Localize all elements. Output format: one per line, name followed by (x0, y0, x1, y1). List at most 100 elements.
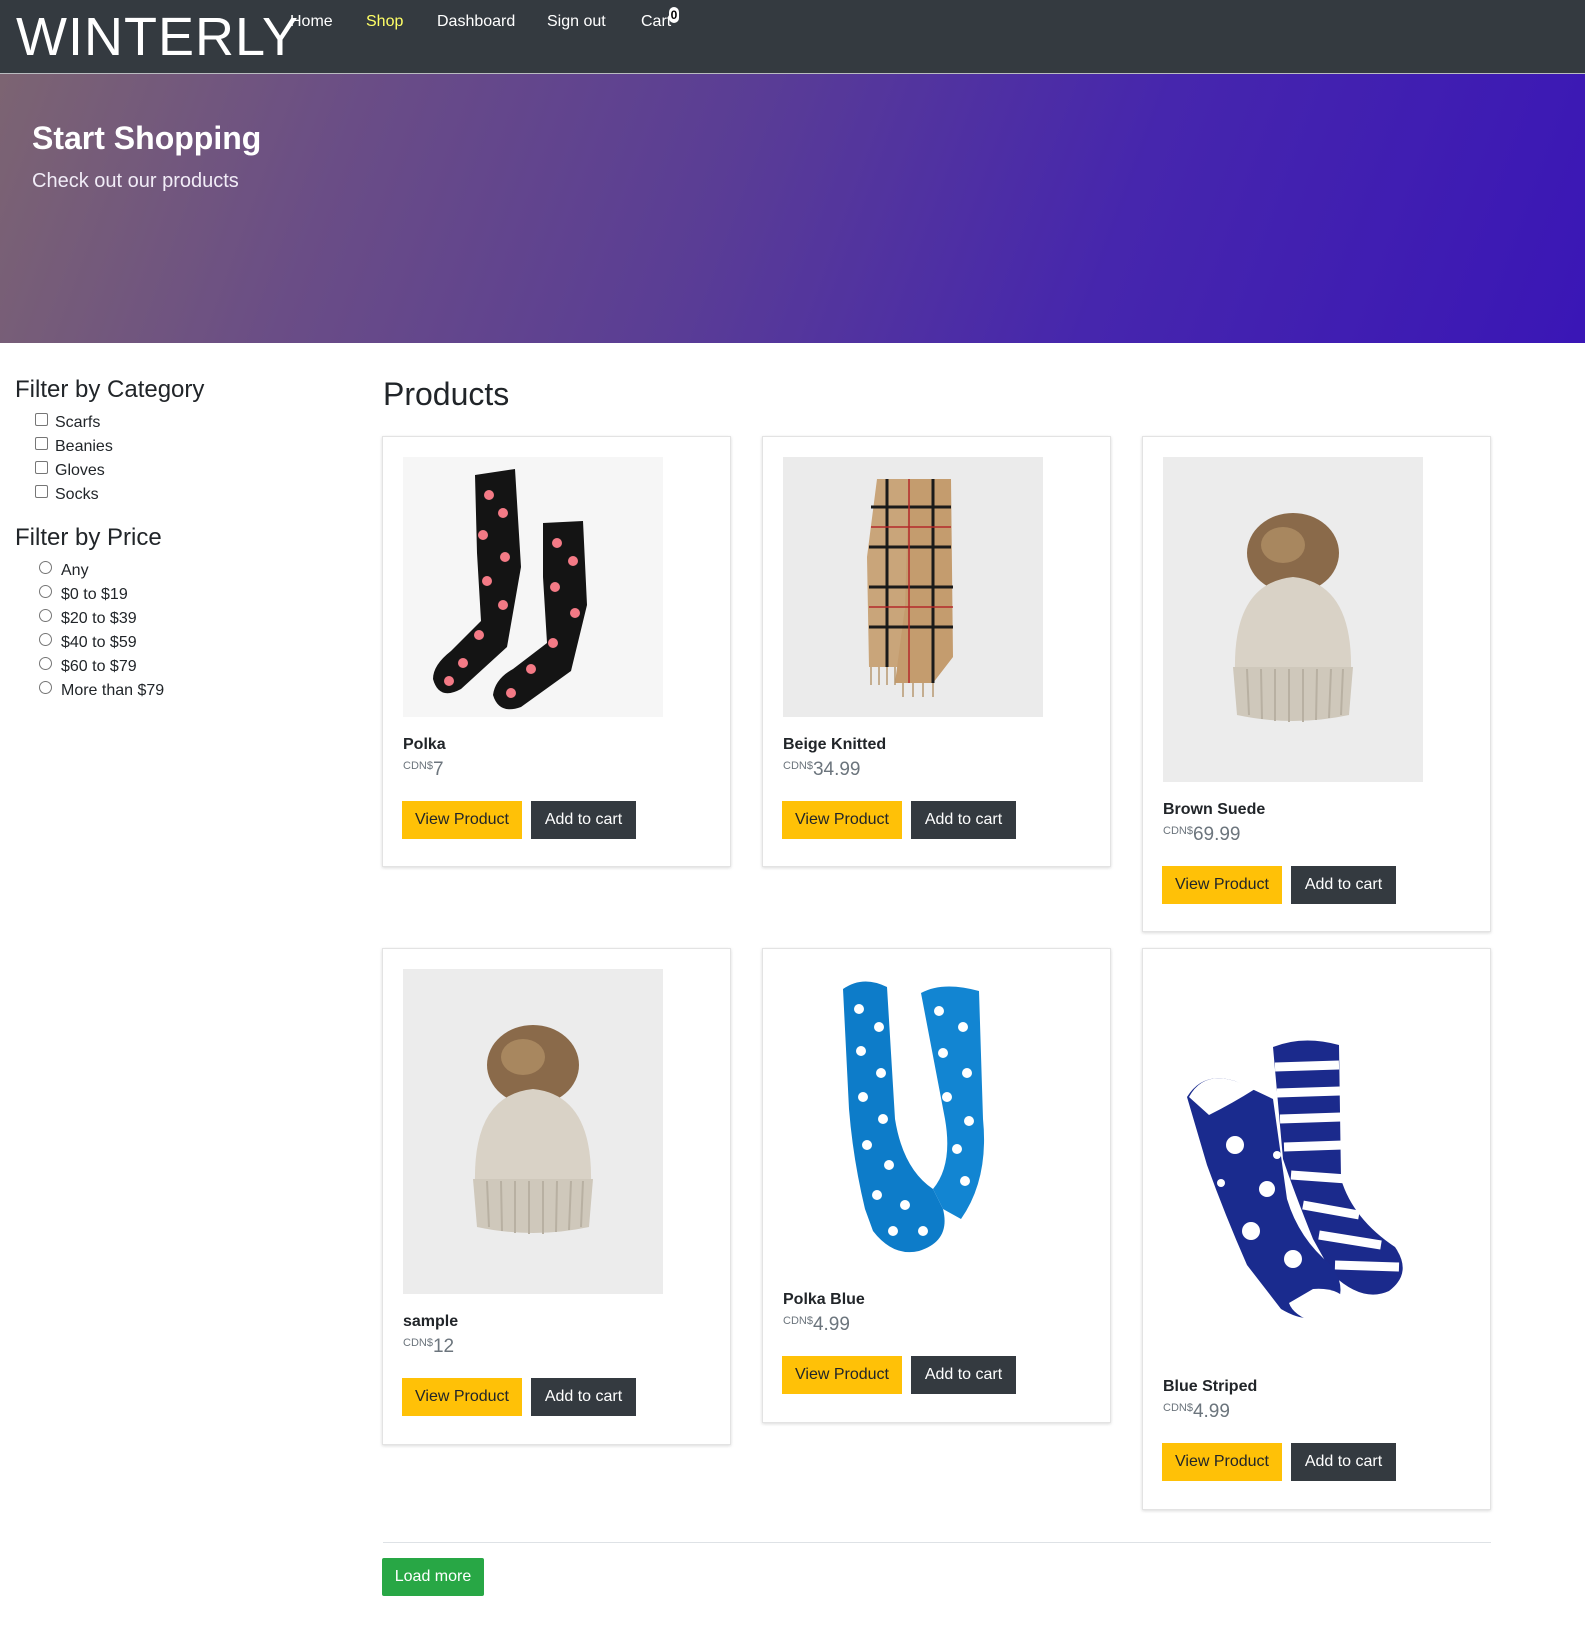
price-currency: CDN$ (403, 1337, 433, 1349)
product-image[interactable] (403, 457, 663, 717)
filter-option-label: Socks (55, 486, 99, 503)
filter-price-any[interactable]: Any (39, 561, 89, 581)
product-card-brown-suede: Brown Suede CDN$69.99 View Product Add t… (1142, 436, 1491, 932)
filter-price-title: Filter by Price (15, 524, 162, 551)
load-more-button[interactable]: Load more (382, 1558, 484, 1596)
filter-category-gloves[interactable]: Gloves (35, 461, 105, 481)
filter-price-0-19[interactable]: $0 to $19 (39, 585, 128, 605)
price-currency: CDN$ (403, 760, 433, 772)
product-image[interactable] (1163, 969, 1423, 1359)
radio-button[interactable] (39, 681, 52, 694)
checkbox[interactable] (35, 461, 48, 474)
price-amount: 4.99 (1192, 1401, 1230, 1422)
price-currency: CDN$ (783, 1315, 813, 1327)
product-card-blue-striped: Blue Striped CDN$4.99 View Product Add t… (1142, 948, 1491, 1510)
divider (383, 1542, 1491, 1543)
price-amount: 34.99 (812, 759, 861, 780)
product-price: CDN$7 (403, 759, 444, 781)
nav-shop[interactable]: Shop (366, 12, 403, 32)
hero-subtitle: Check out our products (32, 170, 239, 192)
product-card-polka-blue: Polka Blue CDN$4.99 View Product Add to … (762, 948, 1111, 1423)
product-card-polka: Polka CDN$7 View Product Add to cart (382, 436, 731, 867)
hero-banner: Start Shopping Check out our products (0, 74, 1585, 343)
product-name: Beige Knitted (783, 736, 887, 753)
filter-price-79-plus[interactable]: More than $79 (39, 681, 164, 701)
filter-option-label: $20 to $39 (61, 610, 137, 627)
add-to-cart-button[interactable]: Add to cart (1291, 866, 1396, 904)
product-price: CDN$12 (403, 1336, 454, 1358)
black-cherry-socks-image (433, 469, 587, 710)
filter-price-60-79[interactable]: $60 to $79 (39, 657, 137, 677)
add-to-cart-button[interactable]: Add to cart (1291, 1443, 1396, 1481)
filter-option-label: $40 to $59 (61, 634, 137, 651)
radio-button[interactable] (39, 585, 52, 598)
filter-price-20-39[interactable]: $20 to $39 (39, 609, 137, 629)
radio-button[interactable] (39, 609, 52, 622)
product-image[interactable] (403, 969, 663, 1294)
product-name: Blue Striped (1163, 1378, 1258, 1395)
filter-category-title: Filter by Category (15, 376, 205, 403)
radio-button[interactable] (39, 561, 52, 574)
view-product-button[interactable]: View Product (1162, 1443, 1282, 1481)
product-price: CDN$69.99 (1163, 824, 1241, 846)
pom-beanie-image (473, 1025, 593, 1234)
filter-category-beanies[interactable]: Beanies (35, 437, 113, 457)
price-currency: CDN$ (783, 760, 813, 772)
add-to-cart-button[interactable]: Add to cart (531, 801, 636, 839)
product-price: CDN$4.99 (1163, 1401, 1230, 1423)
product-card-beige-knitted: Beige Knitted CDN$34.99 View Product Add… (762, 436, 1111, 867)
brand-logo[interactable]: WINTERLY (16, 4, 299, 70)
filter-option-label: $60 to $79 (61, 658, 137, 675)
product-image[interactable] (783, 969, 1043, 1273)
checkbox[interactable] (35, 485, 48, 498)
filter-category-socks[interactable]: Socks (35, 485, 99, 505)
hero-title: Start Shopping (32, 120, 262, 156)
product-name: Polka Blue (783, 1291, 865, 1308)
add-to-cart-button[interactable]: Add to cart (911, 801, 1016, 839)
filter-option-label: More than $79 (61, 682, 165, 699)
nav-home[interactable]: Home (290, 12, 333, 32)
price-amount: 69.99 (1192, 824, 1241, 845)
view-product-button[interactable]: View Product (402, 1378, 522, 1416)
add-to-cart-button[interactable]: Add to cart (911, 1356, 1016, 1394)
view-product-button[interactable]: View Product (402, 801, 522, 839)
checkbox[interactable] (35, 413, 48, 426)
blue-polka-socks-image (843, 981, 985, 1253)
filter-option-label: Scarfs (55, 414, 101, 431)
view-product-button[interactable]: View Product (1162, 866, 1282, 904)
view-product-button[interactable]: View Product (782, 801, 902, 839)
price-amount: 12 (432, 1336, 455, 1357)
products-heading: Products (383, 376, 510, 412)
nav-cart[interactable]: Cart (641, 12, 671, 32)
add-to-cart-button[interactable]: Add to cart (531, 1378, 636, 1416)
filter-option-label: Beanies (55, 438, 113, 455)
product-name: sample (403, 1313, 459, 1330)
radio-button[interactable] (39, 657, 52, 670)
filter-price-40-59[interactable]: $40 to $59 (39, 633, 137, 653)
product-image[interactable] (783, 457, 1043, 717)
blue-striped-socks-image (1187, 1040, 1403, 1324)
filter-category-scarfs[interactable]: Scarfs (35, 413, 100, 433)
product-name: Brown Suede (1163, 801, 1266, 818)
navbar: WINTERLY Home Shop Dashboard Sign out Ca… (0, 0, 1585, 74)
price-amount: 7 (432, 759, 444, 780)
cart-count-badge: 0 (669, 7, 679, 23)
filter-option-label: $0 to $19 (61, 586, 128, 603)
product-image[interactable] (1163, 457, 1423, 782)
filter-option-label: Gloves (55, 462, 105, 479)
view-product-button[interactable]: View Product (782, 1356, 902, 1394)
price-currency: CDN$ (1163, 1402, 1193, 1414)
price-currency: CDN$ (1163, 825, 1193, 837)
product-name: Polka (403, 736, 446, 753)
pom-beanie-image (1233, 513, 1353, 722)
product-card-sample: sample CDN$12 View Product Add to cart (382, 948, 731, 1445)
filter-option-label: Any (61, 562, 89, 579)
product-price: CDN$4.99 (783, 1314, 850, 1336)
product-price: CDN$34.99 (783, 759, 861, 781)
radio-button[interactable] (39, 633, 52, 646)
price-amount: 4.99 (812, 1314, 850, 1335)
nav-dashboard[interactable]: Dashboard (437, 12, 515, 32)
nav-signout[interactable]: Sign out (547, 12, 606, 32)
plaid-scarf-image (867, 479, 953, 697)
checkbox[interactable] (35, 437, 48, 450)
